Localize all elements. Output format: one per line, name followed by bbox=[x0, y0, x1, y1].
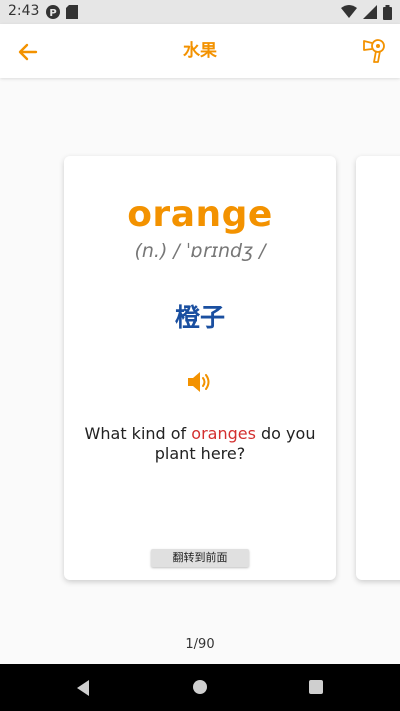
nav-home-icon[interactable] bbox=[192, 679, 208, 695]
example-text-before: What kind of bbox=[84, 424, 192, 443]
nav-back-icon[interactable] bbox=[74, 679, 92, 697]
battery-icon bbox=[383, 4, 392, 20]
p-badge-icon: P bbox=[46, 5, 60, 19]
status-bar: 2:43 P bbox=[0, 0, 400, 24]
card-word: orange bbox=[127, 194, 273, 235]
flip-to-front-button[interactable]: 翻转到前面 bbox=[151, 549, 249, 567]
signal-icon bbox=[363, 5, 377, 19]
card-example-sentence: What kind of oranges do you plant here? bbox=[80, 424, 320, 464]
status-icons bbox=[341, 4, 392, 20]
page-indicator: 1/90 bbox=[185, 637, 215, 652]
next-card-peek[interactable] bbox=[356, 156, 400, 580]
status-time: 2:43 bbox=[8, 3, 40, 19]
svg-text:P: P bbox=[49, 8, 56, 19]
card-translation: 橙子 bbox=[174, 303, 225, 332]
flashcard[interactable]: orange (n.) / ˈɒrɪndʒ / 橙子 What kind of … bbox=[64, 156, 336, 580]
nav-recent-apps-icon[interactable] bbox=[309, 680, 323, 694]
hair-dryer-icon[interactable] bbox=[362, 38, 388, 64]
speaker-icon[interactable] bbox=[186, 369, 214, 395]
wifi-icon bbox=[341, 5, 357, 18]
card-phonetic: (n.) / ˈɒrɪndʒ / bbox=[134, 240, 266, 262]
page-title: 水果 bbox=[183, 41, 217, 61]
sd-card-icon bbox=[66, 5, 78, 19]
system-nav-bar bbox=[0, 664, 400, 711]
example-highlight-word: oranges bbox=[191, 424, 256, 443]
app-bar: 水果 bbox=[0, 24, 400, 78]
